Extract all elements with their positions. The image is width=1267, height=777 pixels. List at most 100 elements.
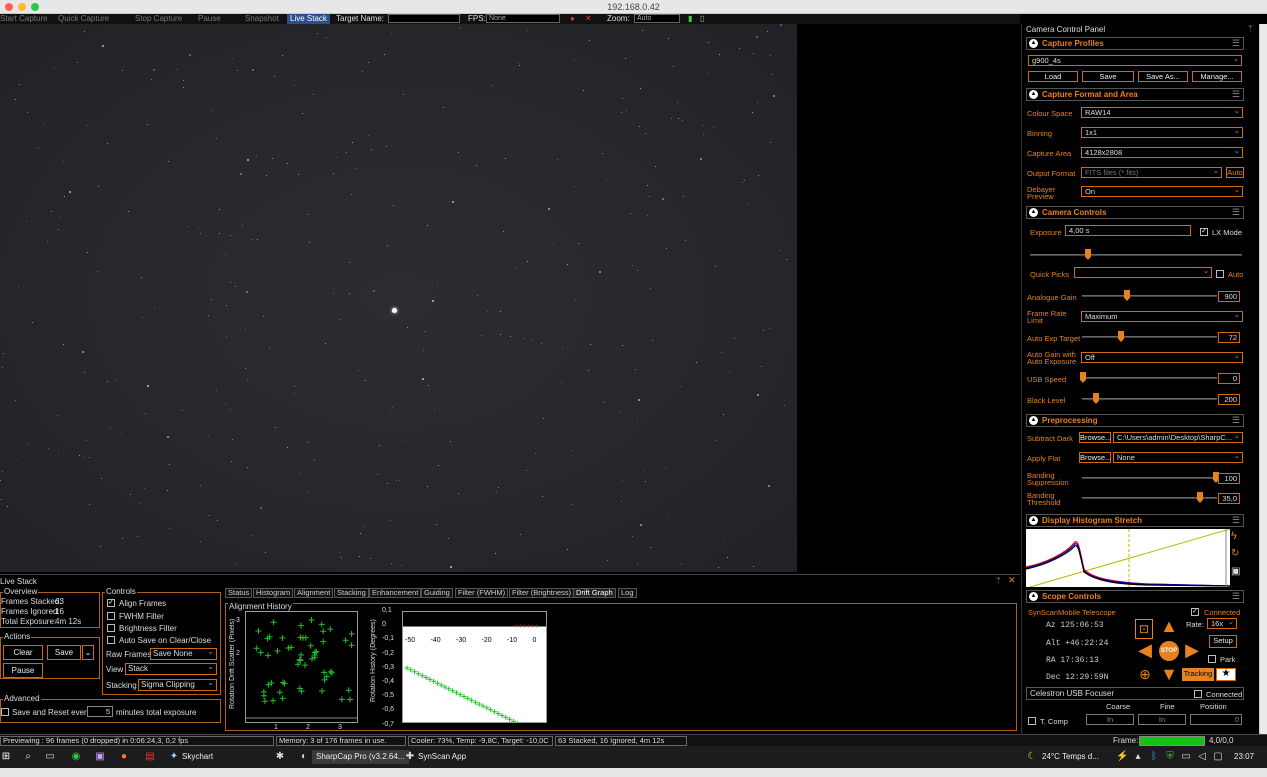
pin-icon[interactable]: ᛘ xyxy=(1248,24,1253,33)
save-stretch-icon[interactable]: ▣ xyxy=(1231,566,1240,577)
app-red-icon[interactable]: ▤ xyxy=(144,751,156,763)
volume-icon[interactable]: ◁ xyxy=(1196,751,1208,763)
stop-button[interactable]: STOP xyxy=(1159,641,1179,661)
taskbar-sharpcap[interactable]: SharpCap Pro (v3.2.64... xyxy=(312,750,409,764)
view-select[interactable]: Stack xyxy=(125,662,217,675)
auto-gain-select[interactable]: Off xyxy=(1081,352,1243,363)
park-checkbox[interactable] xyxy=(1208,655,1216,663)
stacking-select[interactable]: Sigma Clipping xyxy=(138,678,217,691)
start-capture-button[interactable]: Start Capture xyxy=(0,14,48,24)
collapse-icon[interactable]: ▲ xyxy=(1029,90,1038,99)
cancel-icon[interactable]: ✕ xyxy=(585,14,592,24)
browse-dark-button[interactable]: Browse... xyxy=(1079,432,1111,443)
clear-button[interactable]: Clear xyxy=(3,645,43,660)
analogue-gain-value[interactable]: 900 xyxy=(1218,291,1240,302)
banding-threshold-value[interactable]: 35,0 xyxy=(1218,493,1240,504)
save-reset-checkbox[interactable] xyxy=(1,708,9,716)
auto-exp-slider[interactable] xyxy=(1082,336,1217,338)
notification-icon[interactable]: ▢ xyxy=(1212,751,1224,763)
pause-stack-button[interactable]: Pause xyxy=(3,663,43,678)
rotation-history-plot[interactable]: -50 -40 -30 -20 -10 0+ + + + + + xyxy=(402,611,547,723)
tab-filter-fwhm[interactable]: Filter (FWHM) xyxy=(455,588,509,598)
tray-icon[interactable]: ▴ xyxy=(1132,751,1144,763)
pause-button[interactable]: Pause xyxy=(198,14,221,24)
tab-log[interactable]: Log xyxy=(618,588,637,598)
setup-button[interactable]: Setup xyxy=(1209,635,1237,648)
firefox-icon[interactable]: ● xyxy=(118,751,130,763)
goto-icon[interactable]: ⊡ xyxy=(1135,619,1153,639)
fine-in-button[interactable]: In xyxy=(1138,714,1186,725)
tab-enhancement[interactable]: Enhancement xyxy=(369,588,422,598)
windows-start-icon[interactable]: ⊞ xyxy=(0,751,12,763)
usb-speed-thumb[interactable] xyxy=(1080,372,1086,383)
black-level-thumb[interactable] xyxy=(1093,393,1099,404)
tab-stacking[interactable]: Stacking xyxy=(334,588,369,598)
auto-save-checkbox[interactable] xyxy=(107,636,115,644)
save-as-profile-button[interactable]: Save As... xyxy=(1138,71,1188,82)
black-level-value[interactable]: 200 xyxy=(1218,394,1240,405)
tab-drift-graph[interactable]: Drift Graph xyxy=(573,588,616,598)
section-preprocessing[interactable]: ▲ Preprocessing ☰ xyxy=(1026,414,1244,427)
tracking-button[interactable]: Tracking xyxy=(1182,668,1214,681)
histogram-chart[interactable] xyxy=(1026,529,1230,587)
collapse-icon[interactable]: ▲ xyxy=(1029,592,1038,601)
taskbar-skychart[interactable]: Skychart xyxy=(182,750,213,764)
weather-text[interactable]: 24°C Temps d... xyxy=(1042,750,1099,764)
fps-select[interactable]: None xyxy=(486,14,560,23)
tab-alignment[interactable]: Alignment xyxy=(294,588,334,598)
tab-guiding[interactable]: Guiding xyxy=(421,588,453,598)
tcomp-checkbox[interactable] xyxy=(1028,717,1036,725)
search-icon[interactable]: ⌕ xyxy=(22,751,34,763)
menu-icon[interactable]: ☰ xyxy=(1232,207,1240,218)
close-icon[interactable]: ✕ xyxy=(1008,575,1016,586)
flat-frame-select[interactable]: None xyxy=(1113,452,1243,463)
reset-stretch-icon[interactable]: ↻ xyxy=(1231,548,1239,559)
fwhm-filter-checkbox[interactable] xyxy=(107,612,115,620)
usb-speed-slider[interactable] xyxy=(1082,377,1217,379)
record-icon[interactable]: ● xyxy=(570,14,575,24)
colour-space-select[interactable]: RAW14 xyxy=(1081,107,1243,118)
section-capture-format[interactable]: ▲ Capture Format and Area ☰ xyxy=(1026,88,1244,101)
menu-icon[interactable]: ☰ xyxy=(1232,515,1240,526)
image-viewer[interactable] xyxy=(0,24,797,572)
stop-capture-button[interactable]: Stop Capture xyxy=(135,14,182,24)
collapse-icon[interactable]: ▲ xyxy=(1029,516,1038,525)
section-capture-profiles[interactable]: ▲ Capture Profiles ☰ xyxy=(1026,37,1244,50)
raw-frames-select[interactable]: Save None xyxy=(150,647,217,660)
save-button[interactable]: Save xyxy=(47,645,81,660)
analogue-gain-slider[interactable] xyxy=(1082,295,1217,297)
capture-area-select[interactable]: 4128x2808 xyxy=(1081,147,1243,158)
banding-threshold-slider[interactable] xyxy=(1082,497,1217,499)
frame-rate-select[interactable]: Maximum xyxy=(1081,311,1243,322)
binning-select[interactable]: 1x1 xyxy=(1081,127,1243,138)
auto-exp-value[interactable]: 72 xyxy=(1218,332,1240,343)
skychart-icon[interactable]: ✦ xyxy=(168,751,180,763)
center-target-icon[interactable]: ⊕ xyxy=(1135,665,1155,683)
save-options-chevron-icon[interactable]: ⌄ xyxy=(82,645,94,660)
auto-output-button[interactable]: Auto xyxy=(1226,167,1244,178)
taskbar-synscan[interactable]: SynScan App xyxy=(418,750,466,764)
section-camera-controls[interactable]: ▲ Camera Controls ☰ xyxy=(1026,206,1244,219)
banding-threshold-thumb[interactable] xyxy=(1197,492,1203,503)
exposure-slider[interactable] xyxy=(1030,254,1242,256)
quick-capture-button[interactable]: Quick Capture xyxy=(58,14,109,24)
brightness-filter-checkbox[interactable] xyxy=(107,624,115,632)
menu-icon[interactable]: ☰ xyxy=(1232,38,1240,49)
align-frames-checkbox[interactable]: ✓ xyxy=(107,599,115,607)
banding-suppression-slider[interactable] xyxy=(1082,477,1217,479)
scope-connected-checkbox[interactable]: ✓ xyxy=(1191,608,1199,616)
output-format-select[interactable]: FITS files (*.fits) xyxy=(1081,167,1222,178)
tab-filter-brightness[interactable]: Filter (Brightness) xyxy=(509,588,575,598)
app-purple-icon[interactable]: ▣ xyxy=(94,751,106,763)
analogue-gain-thumb[interactable] xyxy=(1124,290,1130,301)
west-arrow-icon[interactable]: ◀ xyxy=(1135,641,1155,659)
collapse-icon[interactable]: ▲ xyxy=(1029,208,1038,217)
menu-icon[interactable]: ☰ xyxy=(1232,415,1240,426)
debayer-select[interactable]: On xyxy=(1081,186,1243,197)
menu-icon[interactable]: ☰ xyxy=(1232,591,1240,602)
collapse-icon[interactable]: ▲ xyxy=(1029,416,1038,425)
app-gear-icon[interactable]: ✱ xyxy=(274,751,286,763)
lx-mode-checkbox[interactable]: ✓ xyxy=(1200,228,1208,236)
task-view-icon[interactable]: ▭ xyxy=(44,751,56,763)
save-reset-minutes[interactable]: 5 xyxy=(87,706,113,717)
